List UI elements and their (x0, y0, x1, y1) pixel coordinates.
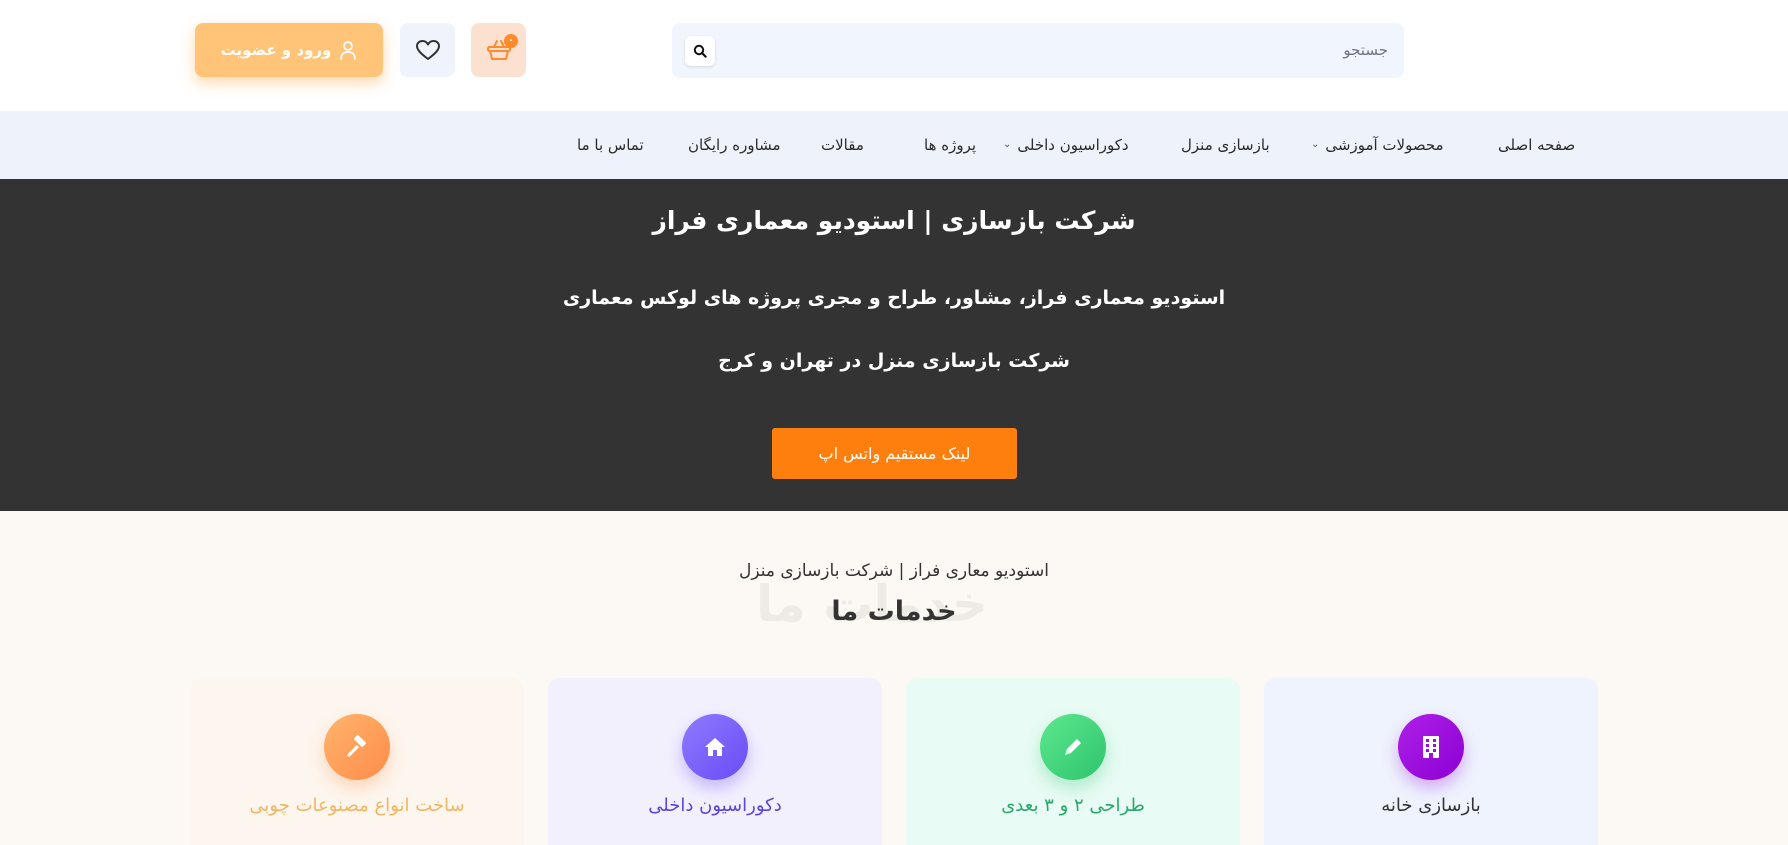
user-icon (340, 41, 357, 60)
heart-icon (415, 40, 440, 60)
login-register-label: ورود و عضویت (220, 41, 332, 59)
search-bar[interactable]: جستجو (672, 23, 1404, 78)
pencil-icon (1040, 714, 1106, 780)
nav-item-articles[interactable]: مقالات (821, 111, 864, 179)
services-title: خدمات ما (831, 596, 957, 627)
chevron-down-icon: ⌄ (1311, 139, 1320, 150)
nav-item-home[interactable]: صفحه اصلی (1498, 111, 1575, 179)
services-section: استودیو معاری فراز | شرکت بازسازی منزل خ… (0, 511, 1788, 845)
whatsapp-link-button[interactable]: لینک مستقیم واتس اپ (772, 428, 1017, 479)
nav-item-interior-decoration[interactable]: دکوراسیون داخلی ⌄ (1003, 111, 1129, 179)
header: جستجو ۰ ورود و عضویت (0, 0, 1788, 111)
search-input[interactable]: جستجو (1343, 23, 1388, 78)
service-card-design[interactable]: طراحی ۲ و ۳ بعدی (906, 678, 1240, 845)
hero-description-line: استودیو معماری فراز، مشاور، طراح و مجری … (562, 287, 1226, 309)
search-icon (693, 44, 707, 58)
service-card-interior[interactable]: دکوراسیون داخلی (548, 678, 882, 845)
hero-banner: شرکت بازسازی | استودیو معماری فراز استود… (0, 179, 1788, 511)
service-card-label: دکوراسیون داخلی (648, 795, 782, 816)
main-nav: صفحه اصلی محصولات آموزشی ⌄ بازسازی منزل … (0, 111, 1788, 179)
building-icon (1398, 714, 1464, 780)
cart-button[interactable]: ۰ (471, 23, 526, 77)
hero-description-line: شرکت بازسازی منزل در تهران و کرج (718, 350, 1070, 372)
nav-item-educational-products[interactable]: محصولات آموزشی ⌄ (1311, 111, 1444, 179)
nav-item-free-consultation[interactable]: مشاوره رایگان (688, 111, 781, 179)
chevron-down-icon: ⌄ (1003, 139, 1012, 150)
service-card-label: ساخت انواع مصنوعات چوبی (249, 795, 465, 816)
nav-item-contact[interactable]: تماس با ما (577, 111, 644, 179)
hero-title: شرکت بازسازی | استودیو معماری فراز (652, 206, 1136, 235)
login-register-button[interactable]: ورود و عضویت (195, 23, 383, 77)
wishlist-button[interactable] (400, 23, 455, 77)
home-icon (682, 714, 748, 780)
nav-item-home-renovation[interactable]: بازسازی منزل (1181, 111, 1270, 179)
nav-item-projects[interactable]: پروژه ها (924, 111, 976, 179)
search-button[interactable] (685, 36, 715, 66)
service-card-label: بازسازی خانه (1381, 795, 1481, 816)
service-card-renovation[interactable]: بازسازی خانه (1264, 678, 1598, 845)
service-card-label: طراحی ۲ و ۳ بعدی (1001, 795, 1145, 816)
cart-count-badge: ۰ (504, 34, 518, 48)
service-card-woodwork[interactable]: ساخت انواع مصنوعات چوبی (190, 678, 524, 845)
hammer-icon (324, 714, 390, 780)
